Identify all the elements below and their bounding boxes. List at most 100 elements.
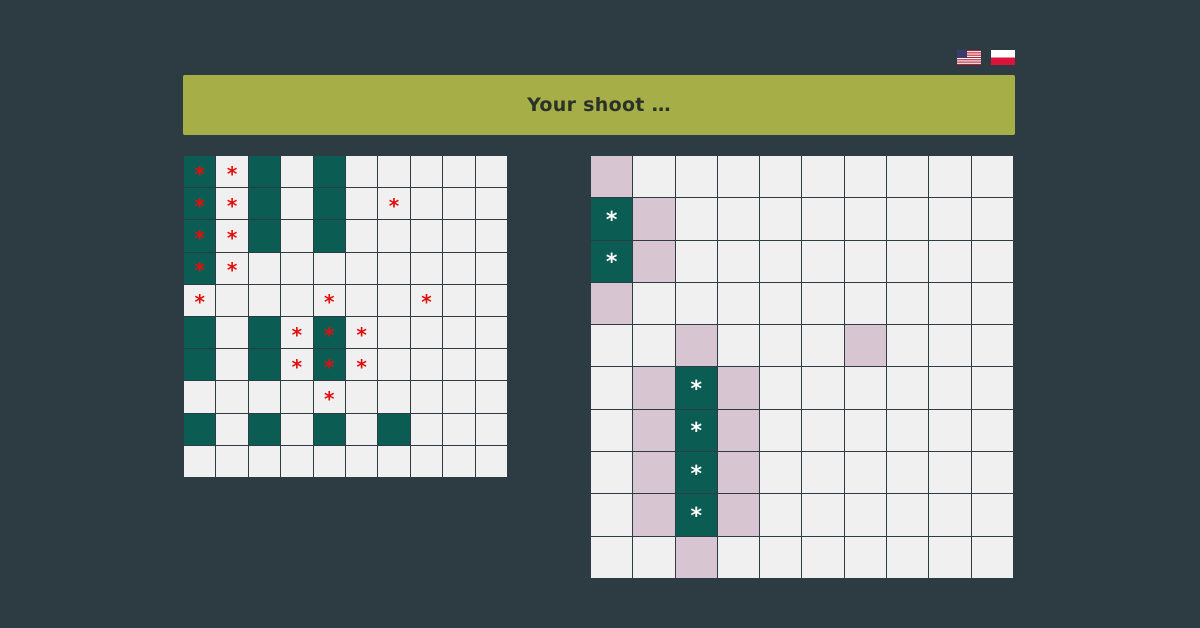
board-cell[interactable] [802,409,844,452]
board-cell[interactable] [675,325,717,367]
board-cell[interactable] [633,494,675,536]
board-cell[interactable] [633,409,675,452]
board-cell[interactable] [844,325,887,367]
board-cell[interactable] [802,240,844,282]
board-cell[interactable] [929,198,971,240]
board-cell[interactable] [971,494,1013,536]
board-cell[interactable] [717,536,760,578]
board-cell[interactable] [760,198,802,240]
board-cell[interactable] [887,536,929,578]
board-cell[interactable] [887,452,929,494]
board-cell[interactable] [929,494,971,536]
board-cell[interactable] [887,325,929,367]
board-cell[interactable] [717,494,760,536]
board-cell[interactable] [802,282,844,325]
board-cell[interactable] [633,156,675,198]
board-cell[interactable] [591,367,633,409]
board-cell[interactable] [971,282,1013,325]
board-cell[interactable] [675,240,717,282]
board-cell[interactable] [844,367,887,409]
board-cell[interactable] [887,240,929,282]
board-cell[interactable] [760,367,802,409]
us-flag-icon[interactable] [957,50,981,65]
board-cell[interactable] [802,494,844,536]
board-cell[interactable] [844,240,887,282]
board-cell[interactable]: * [591,240,633,282]
board-cell[interactable] [591,282,633,325]
board-cell[interactable] [802,198,844,240]
board-cell[interactable] [717,156,760,198]
board-cell[interactable] [844,409,887,452]
board-cell[interactable] [929,156,971,198]
board-cell[interactable] [633,282,675,325]
board-cell[interactable] [591,536,633,578]
board-cell[interactable] [929,536,971,578]
pl-flag-icon[interactable] [991,50,1015,65]
board-cell[interactable] [971,452,1013,494]
board-cell[interactable] [633,325,675,367]
board-cell[interactable] [675,198,717,240]
board-cell[interactable] [675,536,717,578]
board-cell[interactable] [633,536,675,578]
board-cell[interactable]: * [675,409,717,452]
board-cell[interactable] [971,409,1013,452]
board-cell[interactable] [887,156,929,198]
board-cell[interactable] [844,452,887,494]
board-cell[interactable] [887,198,929,240]
board-cell[interactable] [760,536,802,578]
board-cell[interactable] [591,409,633,452]
board-cell[interactable] [929,282,971,325]
board-cell[interactable] [717,452,760,494]
board-cell[interactable] [844,198,887,240]
board-cell[interactable]: * [675,367,717,409]
board-cell[interactable] [717,240,760,282]
board-cell[interactable] [760,282,802,325]
board-cell[interactable] [675,156,717,198]
board-cell[interactable] [633,198,675,240]
board-cell[interactable]: * [675,494,717,536]
board-cell[interactable] [844,282,887,325]
board-cell[interactable] [802,452,844,494]
board-cell[interactable] [971,536,1013,578]
board-cell[interactable] [971,156,1013,198]
board-cell[interactable] [717,409,760,452]
board-cell[interactable] [929,240,971,282]
board-cell[interactable] [675,282,717,325]
board-cell[interactable] [844,536,887,578]
board-cell[interactable] [887,409,929,452]
board-cell[interactable] [717,198,760,240]
board-cell[interactable]: * [675,452,717,494]
board-cell[interactable] [802,536,844,578]
board-cell[interactable] [971,367,1013,409]
board-cell[interactable] [760,494,802,536]
board-cell[interactable] [887,494,929,536]
board-cell[interactable] [802,325,844,367]
board-cell[interactable] [760,156,802,198]
board-cell[interactable] [760,240,802,282]
board-cell[interactable] [591,452,633,494]
board-cell[interactable] [633,240,675,282]
board-cell[interactable] [717,282,760,325]
board-cell[interactable] [717,325,760,367]
board-cell[interactable] [591,494,633,536]
board-cell[interactable] [760,409,802,452]
board-cell[interactable] [887,282,929,325]
board-cell[interactable] [929,325,971,367]
board-cell[interactable] [760,452,802,494]
board-cell[interactable] [929,409,971,452]
board-cell[interactable] [971,325,1013,367]
board-cell[interactable] [717,367,760,409]
board-cell[interactable] [844,156,887,198]
board-cell[interactable] [802,367,844,409]
board-cell[interactable]: * [591,198,633,240]
board-cell[interactable] [887,367,929,409]
board-cell[interactable] [591,156,633,198]
board-cell[interactable] [802,156,844,198]
board-cell[interactable] [591,325,633,367]
board-cell[interactable] [929,367,971,409]
board-cell[interactable] [760,325,802,367]
board-cell[interactable] [844,494,887,536]
board-cell[interactable] [971,240,1013,282]
board-cell[interactable] [929,452,971,494]
board-cell[interactable] [633,367,675,409]
